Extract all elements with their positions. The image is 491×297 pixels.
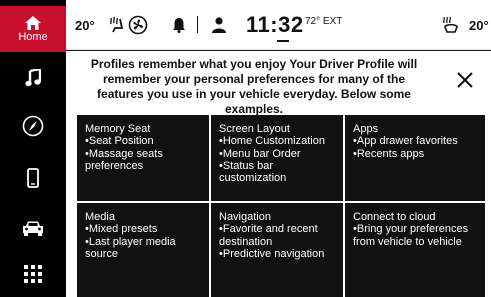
phone-icon <box>27 168 39 188</box>
sidebar-item-home[interactable]: Home <box>0 6 66 52</box>
card-connect-to-cloud: Connect to cloud •Bring your preferences… <box>345 203 485 297</box>
card-item: •Last player media source <box>85 235 176 260</box>
temperature-right[interactable]: 20° <box>469 0 489 50</box>
card-item: •Predictive navigation <box>219 247 325 260</box>
sidebar-item-label: Home <box>18 30 48 43</box>
sidebar-item-apps[interactable] <box>0 252 66 296</box>
card-title: Memory Seat <box>85 123 151 135</box>
sidebar-item-media[interactable] <box>0 56 66 100</box>
exterior-temperature: 72° EXT <box>305 15 343 27</box>
sidebar-item-phone[interactable] <box>0 156 66 200</box>
card-item: •App drawer favorites <box>353 135 458 148</box>
card-title: Connect to cloud <box>353 211 436 223</box>
card-item: •Mixed presets <box>85 223 158 236</box>
music-note-icon <box>25 69 41 87</box>
card-title: Navigation <box>219 211 271 223</box>
profile-features-grid: Memory Seat •Seat Position •Massage seat… <box>77 115 485 297</box>
card-item: •Status bar customization <box>219 159 287 185</box>
clock-indicator <box>277 40 289 42</box>
card-item: •Menu bar Order <box>219 147 301 160</box>
card-media: Media •Mixed presets •Last player media … <box>77 203 209 297</box>
card-navigation: Navigation •Favorite and recent destinat… <box>211 203 343 297</box>
sidebar-item-vehicle[interactable] <box>0 206 66 250</box>
status-bar: 20° 11:32 72° EXT 20° <box>66 0 491 50</box>
sidebar-item-navigation[interactable] <box>0 104 66 148</box>
apps-grid-icon <box>24 265 42 283</box>
card-apps: Apps •App drawer favorites •Recents apps <box>345 115 485 201</box>
clock: 11:32 <box>246 12 304 37</box>
sidebar: Home <box>0 0 66 297</box>
fan-icon[interactable] <box>128 0 148 50</box>
status-divider <box>197 16 198 33</box>
card-item: •Bring your preferences from vehicle to … <box>353 223 469 248</box>
card-screen-layout: Screen Layout •Home Customization •Menu … <box>211 115 343 201</box>
card-item: •Massage seats preferences <box>85 147 163 172</box>
card-item: •Recents apps <box>353 147 425 160</box>
heated-steering-wheel-icon[interactable] <box>442 0 460 50</box>
heated-seat-icon[interactable] <box>108 0 126 50</box>
close-icon <box>457 72 473 88</box>
card-item: •Seat Position <box>85 135 154 148</box>
close-button[interactable] <box>454 69 476 91</box>
card-item: •Favorite and recent destination <box>219 223 318 248</box>
notification-bell-icon[interactable] <box>172 0 186 50</box>
card-memory-seat: Memory Seat •Seat Position •Massage seat… <box>77 115 209 201</box>
car-icon <box>23 221 43 236</box>
card-item: •Home Customization <box>219 135 325 148</box>
home-icon <box>25 15 41 30</box>
card-title: Media <box>85 211 115 223</box>
card-title: Screen Layout <box>219 123 290 135</box>
compass-icon <box>22 115 44 137</box>
temperature-left[interactable]: 20° <box>75 0 95 50</box>
driver-profile-icon[interactable] <box>212 0 226 50</box>
profile-intro-text: Profiles remember what you enjoy Your Dr… <box>90 57 418 116</box>
card-title: Apps <box>353 123 379 135</box>
driver-profile-panel: Profiles remember what you enjoy Your Dr… <box>66 51 491 297</box>
